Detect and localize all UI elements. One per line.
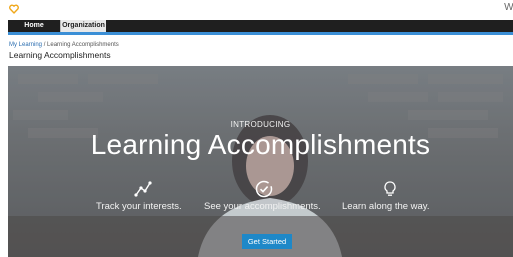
check-circle-icon (255, 180, 273, 198)
top-bar: We (0, 0, 513, 18)
breadcrumb-current: Learning Accomplishments (47, 42, 119, 48)
get-started-button[interactable]: Get Started (242, 234, 292, 249)
hero-banner: INTRODUCING Learning Accomplishments Tra… (8, 66, 513, 257)
breadcrumb-my-learning-link[interactable]: My Learning (9, 42, 42, 48)
nav-accent-line (8, 32, 513, 35)
feature-learn-along: Learn along the way. (342, 201, 430, 212)
lightbulb-icon (384, 181, 396, 196)
feature-see-accomplishments: See your accomplishments. (204, 201, 321, 212)
heart-logo-icon[interactable] (9, 4, 19, 14)
tab-organization[interactable]: Organization (60, 20, 106, 32)
page-title: Learning Accomplishments (9, 50, 111, 60)
feature-track-interests: Track your interests. (96, 201, 182, 212)
tab-home[interactable]: Home (8, 20, 60, 32)
welcome-text: We (504, 2, 513, 13)
hero-headline: Learning Accomplishments (90, 129, 431, 160)
breadcrumb: My Learning / Learning Accomplishments (9, 42, 119, 48)
trend-line-icon (134, 181, 152, 197)
hero-overlay (8, 66, 513, 257)
hero-intro-text: INTRODUCING (230, 120, 291, 129)
